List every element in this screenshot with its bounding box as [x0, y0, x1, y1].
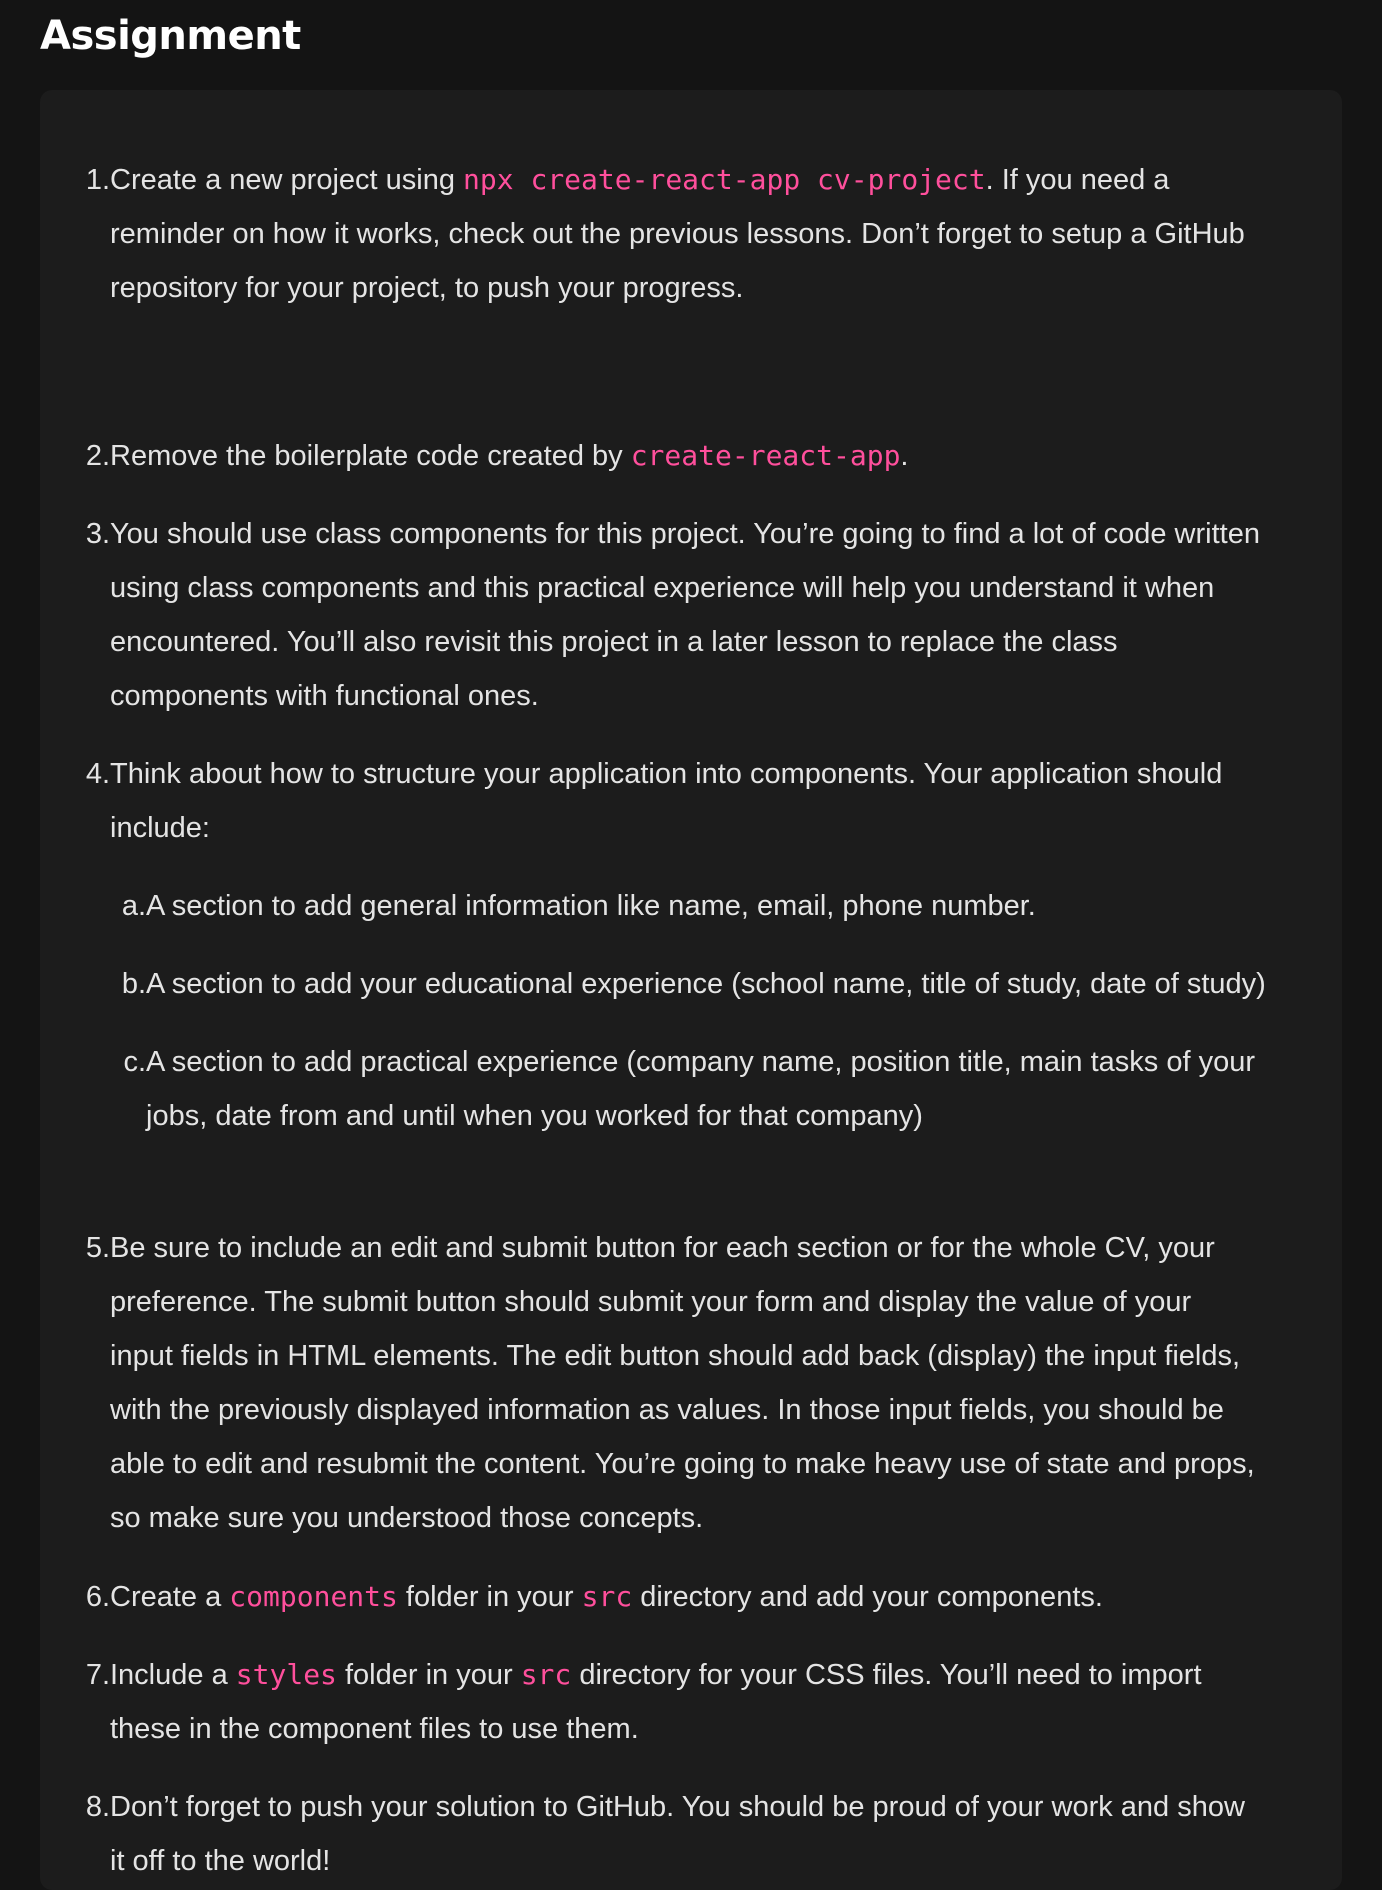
list-number: 3.: [85, 518, 110, 550]
page-title: Assignment: [40, 13, 301, 59]
text-line: A section to add your educational experi…: [146, 968, 1266, 1000]
text-run: .: [900, 440, 909, 472]
text-run: Create a: [110, 1581, 230, 1613]
text-run: directory and add your components.: [632, 1581, 1103, 1613]
text-line: input fields in HTML elements. The edit …: [110, 1340, 1241, 1372]
text-line: using class components and this practica…: [110, 572, 1215, 604]
text-line: Remove the boilerplate code created by c…: [110, 429, 1340, 483]
text-line: with the previously displayed informatio…: [110, 1394, 1224, 1426]
list-item-text: Think about how to structure your applic…: [110, 747, 1340, 855]
text-line: encountered. You’ll also revisit this pr…: [110, 626, 1118, 658]
list-item-text: Remove the boilerplate code created by c…: [110, 429, 1340, 483]
list-number: 6.: [85, 1581, 110, 1613]
text-run: Include a: [110, 1659, 236, 1691]
text-line: You should use class components for this…: [110, 518, 1260, 550]
text-line: it off to the world!: [110, 1845, 331, 1877]
inline-code: create-react-app: [630, 439, 901, 472]
inline-code: components: [229, 1580, 398, 1613]
inline-code: src: [520, 1658, 572, 1691]
text-line: reminder on how it works, check out the …: [110, 218, 1245, 250]
text-line: A section to add practical experience (c…: [146, 1046, 1256, 1078]
inline-code: npx create-react-app cv-project: [463, 163, 986, 196]
text-run: . If you need a: [985, 164, 1170, 196]
assignment-card: 1. Create a new project using npx create…: [40, 90, 1342, 1890]
list-item-text: Include a styles folder in your src dire…: [110, 1648, 1340, 1756]
list-number: 5.: [85, 1232, 110, 1264]
text-run: Remove the boilerplate code created by: [110, 440, 631, 472]
text-line: Include a styles folder in your src dire…: [110, 1648, 1340, 1702]
list-item-text: Create a new project using npx create-re…: [110, 153, 1340, 315]
list-item-text: A section to add practical experience (c…: [146, 1035, 1342, 1143]
inline-code: src: [581, 1580, 633, 1613]
text-run: directory for your CSS files. You’ll nee…: [571, 1659, 1202, 1691]
list-item-text: A section to add general information lik…: [146, 879, 1342, 933]
text-line: Be sure to include an edit and submit bu…: [110, 1232, 1215, 1264]
list-number: 1.: [85, 164, 110, 196]
list-item-text: Don’t forget to push your solution to Gi…: [110, 1780, 1340, 1888]
list-number: 2.: [85, 440, 110, 472]
text-line: A section to add general information lik…: [146, 890, 1036, 922]
text-line: so make sure you understood those concep…: [110, 1502, 704, 1534]
list-letter: a.: [121, 890, 146, 922]
text-line: include:: [110, 812, 210, 844]
text-line: able to edit and resubmit the content. Y…: [110, 1448, 1255, 1480]
text-line: components with functional ones.: [110, 680, 539, 712]
list-letter: c.: [123, 1046, 146, 1078]
list-item-text: Be sure to include an edit and submit bu…: [110, 1221, 1340, 1545]
page: Assignment 1. Create a new project using…: [0, 0, 1382, 1890]
text-line: repository for your project, to push you…: [110, 272, 744, 304]
list-number: 8.: [85, 1791, 110, 1823]
list-letter: b.: [121, 968, 146, 1000]
list-item-text: Create a components folder in your src d…: [110, 1570, 1340, 1624]
list-number: 4.: [85, 758, 110, 790]
text-line: Think about how to structure your applic…: [110, 758, 1223, 790]
text-line: these in the component files to use them…: [110, 1713, 639, 1745]
text-run: Create a new project using: [110, 164, 464, 196]
text-run: folder in your: [397, 1581, 582, 1613]
text-line: jobs, date from and until when you worke…: [146, 1100, 923, 1132]
list-item-text: A section to add your educational experi…: [146, 957, 1342, 1011]
text-line: Don’t forget to push your solution to Gi…: [110, 1791, 1245, 1823]
text-line: Create a components folder in your src d…: [110, 1570, 1340, 1624]
list-item-text: You should use class components for this…: [110, 507, 1340, 723]
list-number: 7.: [85, 1659, 110, 1691]
inline-code: styles: [235, 1658, 337, 1691]
text-line: Create a new project using npx create-re…: [110, 153, 1340, 207]
text-line: preference. The submit button should sub…: [110, 1286, 1192, 1318]
text-run: folder in your: [336, 1659, 521, 1691]
